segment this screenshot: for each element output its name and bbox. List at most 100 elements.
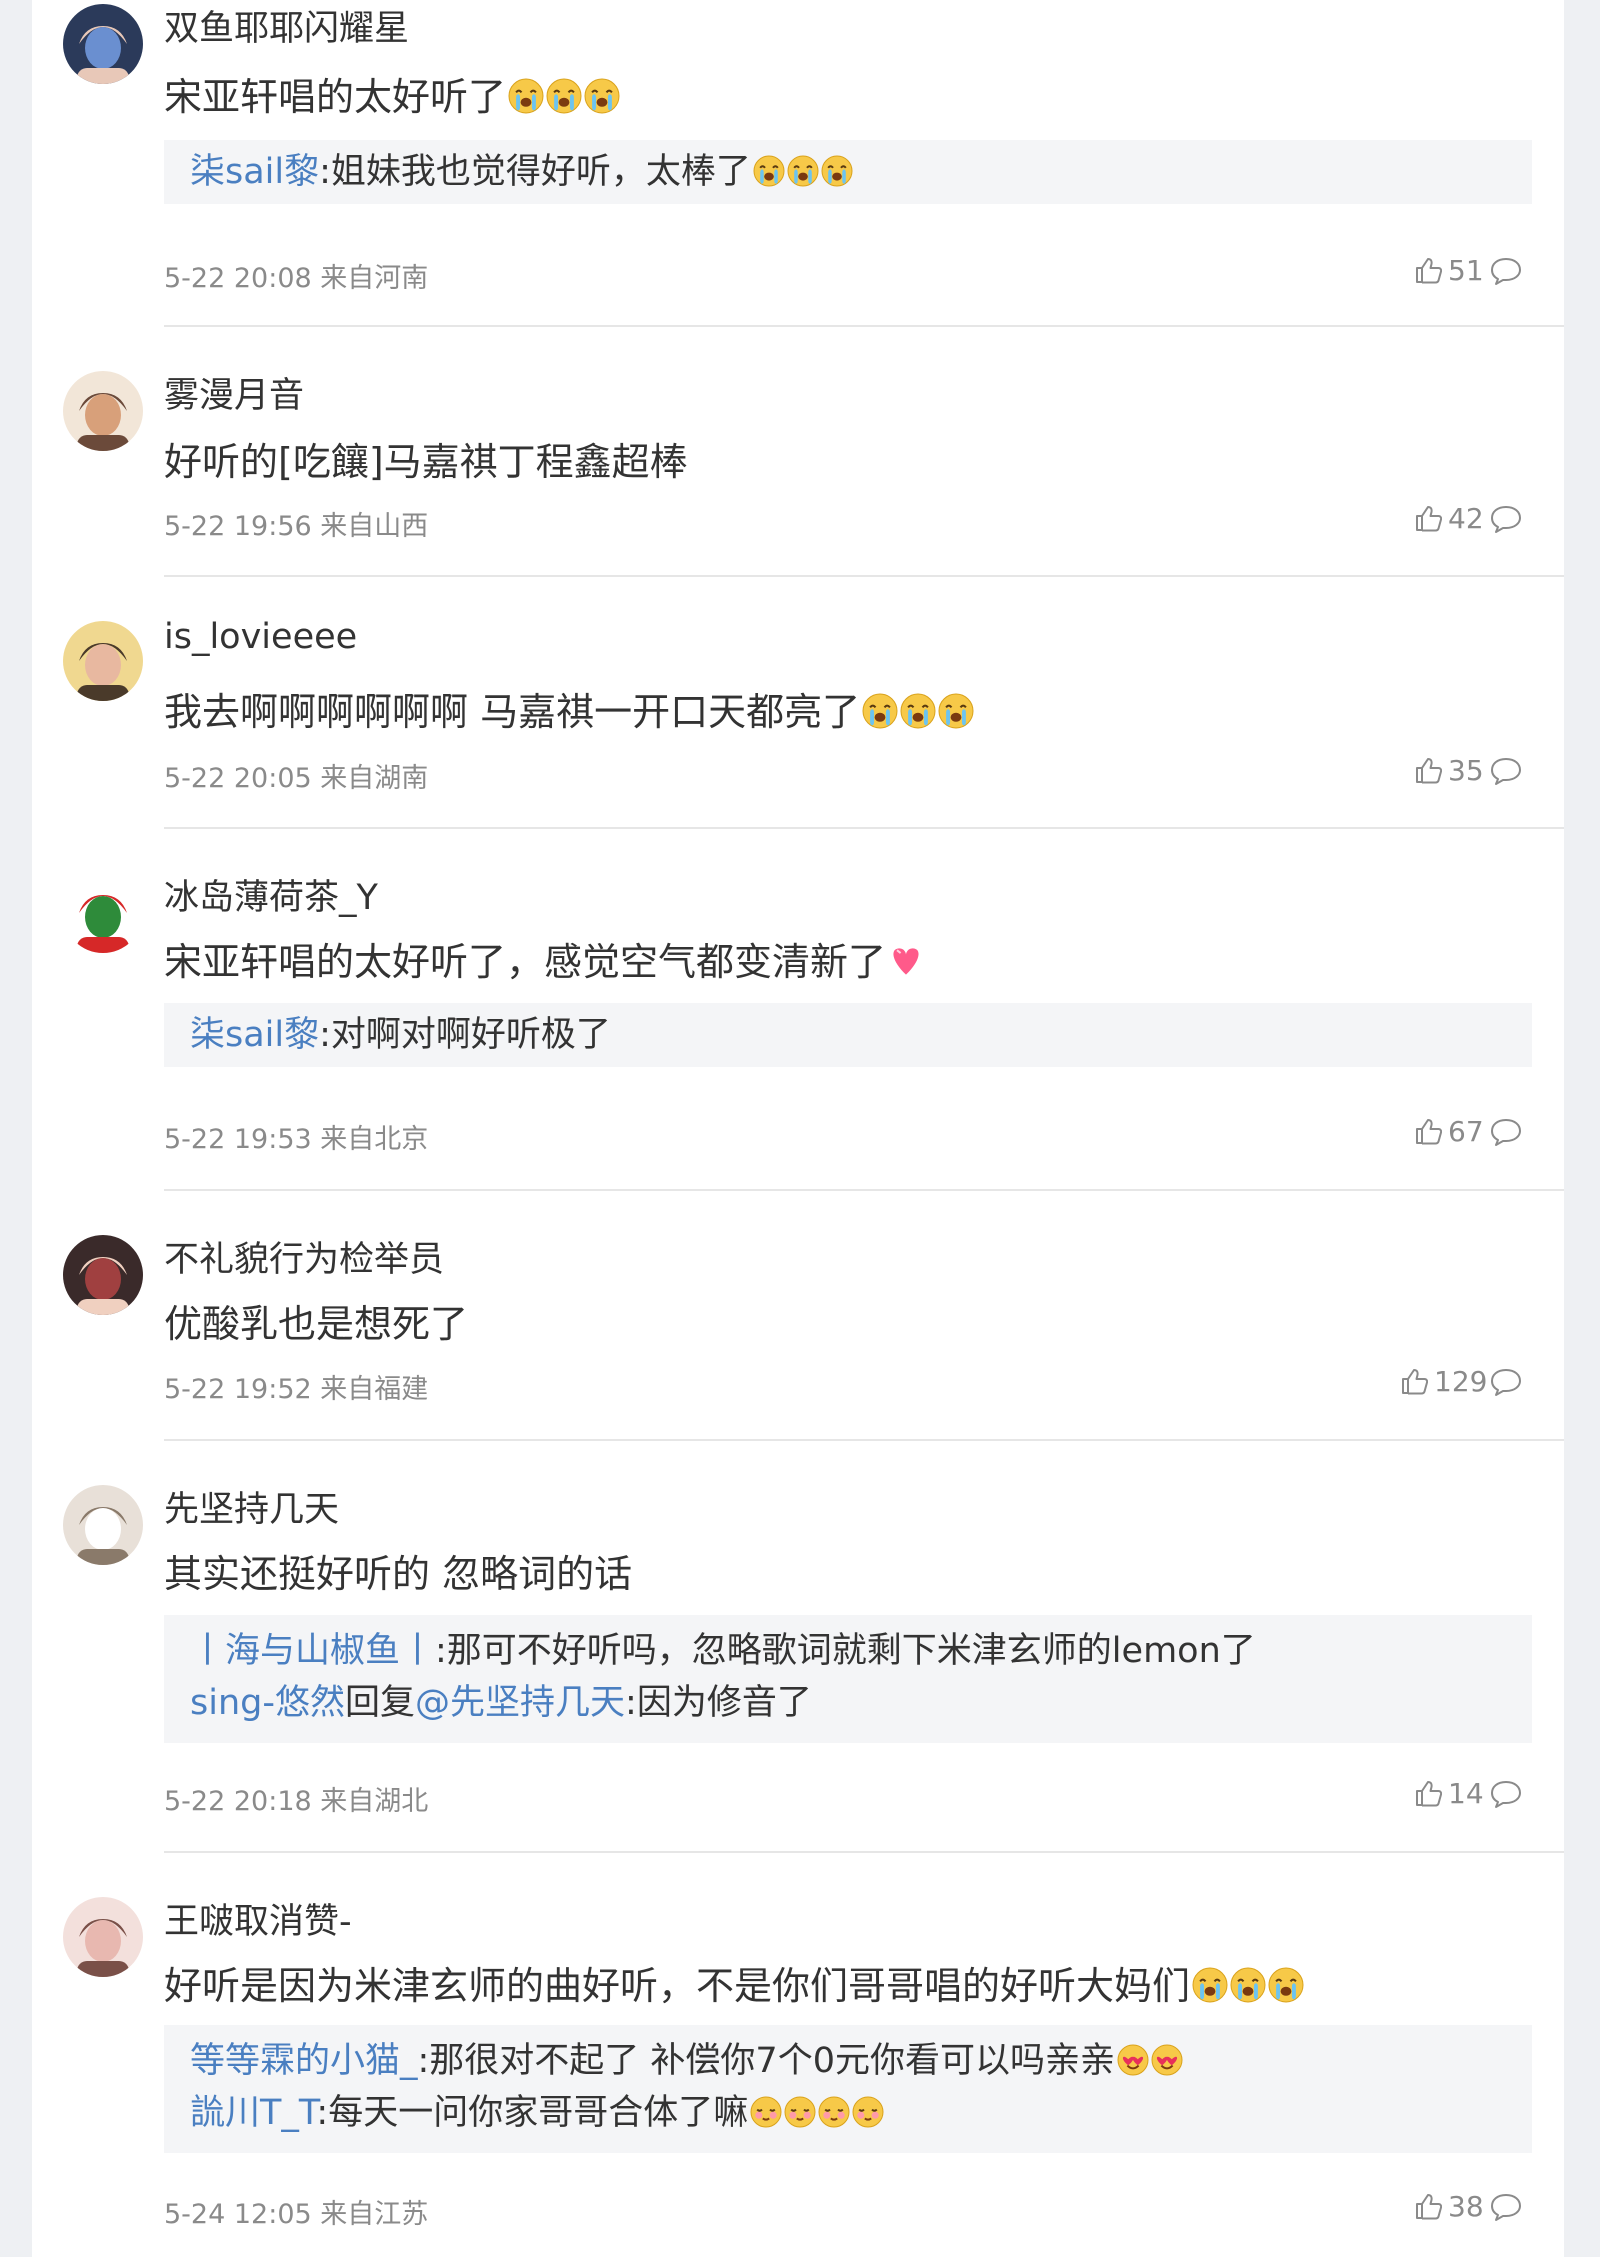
reply-button[interactable] — [1489, 1117, 1523, 1151]
reply-username-link[interactable]: 丨海与山椒鱼丨 — [190, 1631, 435, 1671]
username[interactable]: 王啵取消赞- — [164, 1893, 352, 1944]
like-button[interactable]: 35 — [1412, 754, 1484, 787]
shy-face-emoji — [750, 2096, 782, 2128]
heart-eyes-emoji — [1117, 2044, 1149, 2076]
reply-line: 詤川T_T:每天一问你家哥哥合体了嘛 — [190, 2087, 1532, 2139]
username[interactable]: is_lovieeee — [164, 617, 357, 657]
avatar-image — [63, 1235, 143, 1315]
speech-bubble-icon — [1491, 258, 1521, 285]
reply-button[interactable] — [1489, 256, 1523, 290]
comment-text: 我去啊啊啊啊啊啊 马嘉祺一开口天都亮了 — [164, 681, 974, 736]
comment-meta: 5-22 20:18 来自湖北 — [164, 1779, 428, 1818]
timestamp: 5-24 12:05 — [164, 2199, 321, 2230]
like-button[interactable]: 14 — [1412, 1777, 1484, 1810]
comment-text-content: 好听的[吃饟]马嘉祺丁程鑫超棒 — [164, 440, 688, 484]
reply-line: 柒sail黎:对啊对啊好听极了 — [190, 1009, 1532, 1061]
timestamp: 5-22 19:53 — [164, 1124, 321, 1155]
username[interactable]: 不礼貌行为检举员 — [164, 1231, 444, 1282]
speech-bubble-icon — [1491, 2194, 1521, 2221]
username[interactable]: 双鱼耶耶闪耀星 — [164, 0, 409, 51]
crying-face-emoji — [508, 78, 544, 114]
user-avatar[interactable] — [63, 873, 143, 953]
thumbs-up-icon — [1416, 258, 1443, 284]
thumbs-up-icon — [1416, 506, 1443, 532]
avatar-image — [63, 371, 143, 451]
crying-face-emoji — [821, 155, 853, 187]
crying-face-emoji — [584, 78, 620, 114]
user-avatar[interactable] — [63, 1485, 143, 1565]
comment-text: 宋亚轩唱的太好听了 — [164, 66, 620, 121]
comment-text-content: 其实还挺好听的 忽略词的话 — [164, 1552, 633, 1596]
reply-button[interactable] — [1489, 1367, 1523, 1401]
comment-meta: 5-22 20:08 来自河南 — [164, 256, 428, 295]
comment-text: 其实还挺好听的 忽略词的话 — [164, 1543, 632, 1598]
crying-face-emoji — [546, 78, 582, 114]
username[interactable]: 冰岛薄荷茶_Y — [164, 869, 378, 920]
username[interactable]: 先坚持几天 — [164, 1481, 339, 1532]
comment-item: 雾漫月音好听的[吃饟]马嘉祺丁程鑫超棒 5-22 19:56 来自山西 42 — [32, 325, 1564, 577]
user-avatar[interactable] — [63, 1897, 143, 1977]
heart-emoji — [893, 948, 919, 975]
reply-line: sing-悠然回复@先坚持几天:因为修音了 — [190, 1677, 1532, 1729]
crying-face-emoji — [1268, 1967, 1304, 2003]
comment-text: 宋亚轩唱的太好听了，感觉空气都变清新了 — [164, 931, 924, 986]
reply-button[interactable] — [1489, 2192, 1523, 2226]
like-button[interactable]: 42 — [1412, 502, 1484, 535]
reply-username-link[interactable]: 柒sail黎 — [190, 1015, 319, 1055]
comment-meta: 5-22 20:05 来自湖南 — [164, 756, 428, 795]
like-button[interactable]: 51 — [1412, 254, 1484, 287]
comment-item: 王啵取消赞- 好听是因为米津玄师的曲好听，不是你们哥哥唱的好听大妈们 等等霖的小猫… — [32, 1851, 1564, 2257]
reply-username-link[interactable]: 柒sail黎 — [190, 152, 319, 192]
reply-text: :姐妹我也觉得好听，太棒了 — [319, 152, 751, 192]
user-avatar[interactable] — [63, 621, 143, 701]
location: 来自湖南 — [320, 763, 429, 794]
crying-face-emoji — [1230, 1967, 1266, 2003]
avatar-image — [63, 4, 143, 84]
timestamp: 5-22 20:18 — [164, 1786, 321, 1817]
user-avatar[interactable] — [63, 371, 143, 451]
comment-meta: 5-22 19:56 来自山西 — [164, 504, 428, 543]
reply-username-link[interactable]: 詤川T_T — [190, 2093, 316, 2133]
user-avatar[interactable] — [63, 1235, 143, 1315]
like-button[interactable]: 38 — [1412, 2190, 1484, 2223]
like-button[interactable]: 67 — [1412, 1115, 1484, 1148]
comment-meta: 5-22 19:52 来自福建 — [164, 1367, 428, 1406]
speech-bubble-icon — [1491, 1369, 1521, 1396]
like-count: 35 — [1448, 754, 1484, 787]
thumbs-up-icon — [1416, 758, 1443, 784]
reply-text: :对啊对啊好听极了 — [319, 1015, 611, 1055]
user-avatar[interactable] — [63, 4, 143, 84]
reply-button[interactable] — [1489, 1779, 1523, 1813]
reply-button[interactable] — [1489, 504, 1523, 538]
comment-item: 冰岛薄荷茶_Y 宋亚轩唱的太好听了，感觉空气都变清新了 柒sail黎:对啊对啊好听… — [32, 827, 1564, 1191]
speech-bubble-icon — [1491, 1781, 1521, 1808]
comment-item: is_lovieeee 我去啊啊啊啊啊啊 马嘉祺一开口天都亮了 5-22 20:0… — [32, 575, 1564, 829]
crying-face-emoji — [938, 693, 974, 729]
location: 来自福建 — [320, 1374, 429, 1405]
reply-text: 回复 — [345, 1683, 416, 1723]
reply-box[interactable]: 柒sail黎:对啊对啊好听极了 — [164, 1003, 1532, 1067]
heart-eyes-emoji — [1151, 2044, 1183, 2076]
reply-text: :那很对不起了 补偿你7个0元你看可以吗亲亲 — [417, 2041, 1115, 2081]
timestamp: 5-22 19:56 — [164, 511, 321, 542]
avatar-image — [63, 1897, 143, 1977]
reply-box[interactable]: 柒sail黎:姐妹我也觉得好听，太棒了 — [164, 140, 1532, 204]
reply-box[interactable]: 丨海与山椒鱼丨:那可不好听吗，忽略歌词就剩下米津玄师的lemon了 sing-悠然… — [164, 1615, 1532, 1743]
reply-box[interactable]: 等等霖的小猫_:那很对不起了 补偿你7个0元你看可以吗亲亲 詤川T_T:每天一问… — [164, 2025, 1532, 2153]
reply-button[interactable] — [1489, 756, 1523, 790]
comment-item: 先坚持几天其实还挺好听的 忽略词的话丨海与山椒鱼丨:那可不好听吗，忽略歌词就剩下… — [32, 1439, 1564, 1853]
reply-line: 柒sail黎:姐妹我也觉得好听，太棒了 — [190, 146, 1532, 198]
reply-username-link[interactable]: @先坚持几天 — [415, 1683, 625, 1723]
reply-username-link[interactable]: sing-悠然 — [190, 1683, 345, 1723]
reply-text: :因为修音了 — [625, 1683, 812, 1723]
like-count: 14 — [1448, 1777, 1484, 1810]
comment-item: 双鱼耶耶闪耀星 宋亚轩唱的太好听了 柒sail黎:姐妹我也觉得好听，太棒了 5-… — [32, 0, 1564, 327]
crying-face-emoji — [1192, 1967, 1228, 2003]
crying-face-emoji — [787, 155, 819, 187]
like-count: 129 — [1434, 1365, 1488, 1398]
like-button[interactable]: 129 — [1398, 1365, 1487, 1398]
crying-face-emoji — [753, 155, 785, 187]
reply-text: :每天一问你家哥哥合体了嘛 — [316, 2093, 749, 2133]
reply-username-link[interactable]: 等等霖的小猫_ — [190, 2041, 418, 2081]
username[interactable]: 雾漫月音 — [164, 367, 304, 418]
